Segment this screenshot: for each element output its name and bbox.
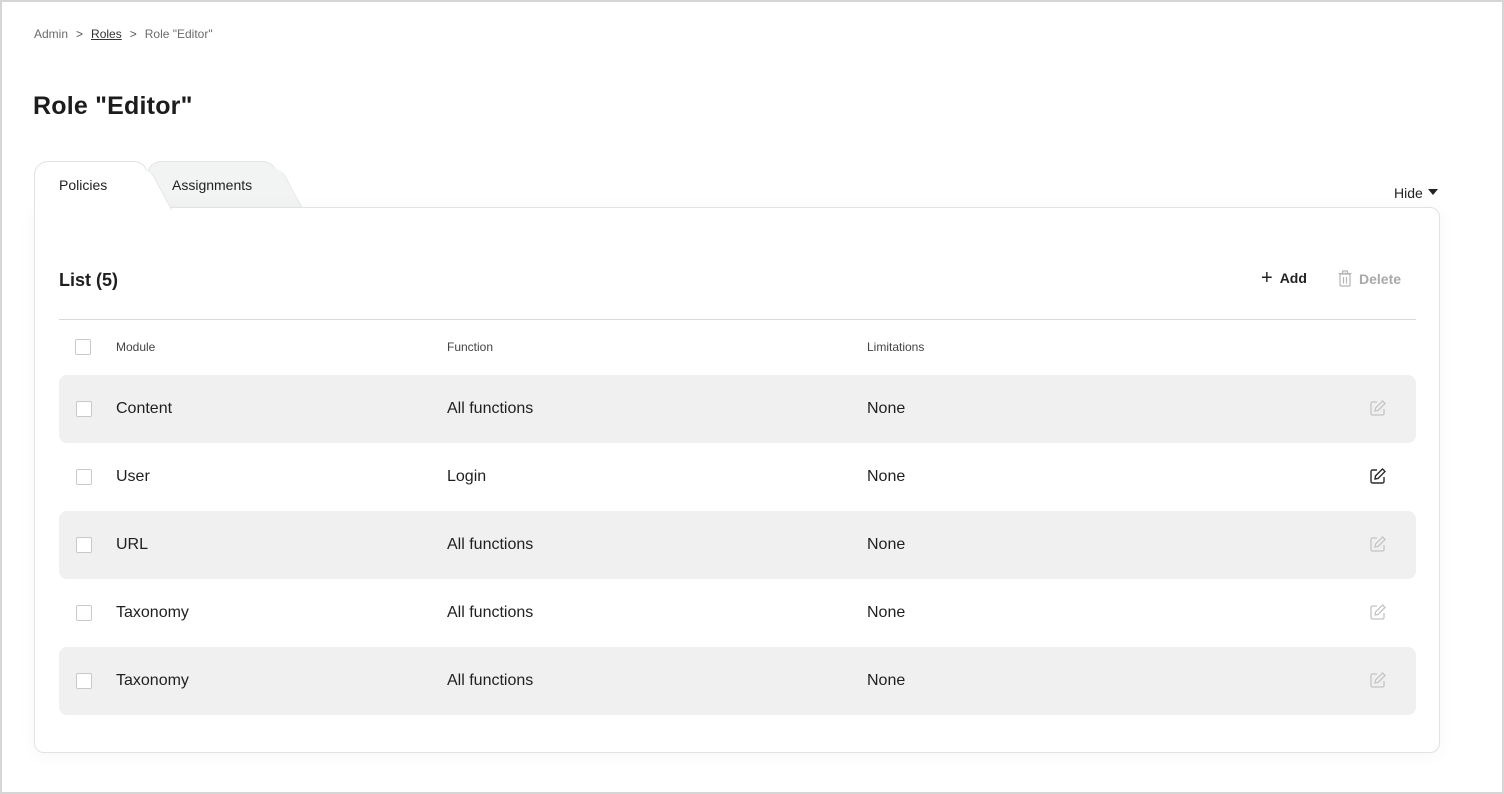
table-row: Content All functions None [59,375,1416,443]
row-checkbox[interactable] [76,469,92,485]
row-checkbox[interactable] [76,401,92,417]
breadcrumb: Admin > Roles > Role "Editor" [34,27,213,41]
hide-toggle-label: Hide [1394,185,1423,201]
breadcrumb-separator: > [76,27,84,41]
delete-button[interactable]: Delete [1338,270,1401,287]
column-header-module[interactable]: Module [116,340,155,354]
table-row: Taxonomy All functions None [59,647,1416,715]
cell-module: Taxonomy [116,672,189,689]
edit-icon[interactable] [1369,399,1387,417]
breadcrumb-current: Role "Editor" [144,27,213,41]
cell-limitations: None [867,468,906,485]
caret-down-icon [1427,189,1438,195]
column-header-function[interactable]: Function [447,340,493,354]
column-header-limitations[interactable]: Limitations [867,340,924,354]
add-button-label: Add [1279,270,1307,286]
cell-limitations: None [867,400,906,417]
edit-icon[interactable] [1369,671,1387,689]
row-checkbox[interactable] [76,673,92,689]
cell-function: All functions [447,672,534,689]
page-title: Role "Editor" [33,92,193,120]
add-button[interactable]: + Add [1261,267,1307,289]
edit-icon[interactable] [1369,603,1387,621]
cell-function: Login [447,468,487,485]
plus-icon: + [1261,267,1273,289]
list-title: List (5) [59,270,119,290]
cell-function: All functions [447,400,534,417]
row-checkbox[interactable] [76,605,92,621]
breadcrumb-separator: > [129,27,137,41]
cell-limitations: None [867,536,906,553]
trash-icon [1338,270,1352,287]
cell-module: User [116,468,150,485]
table-row: Taxonomy All functions None [59,579,1416,647]
row-checkbox[interactable] [76,537,92,553]
breadcrumb-roles-link[interactable]: Roles [91,27,122,41]
edit-icon[interactable] [1369,467,1387,485]
cell-limitations: None [867,604,906,621]
cell-module: Content [116,400,173,417]
cell-module: Taxonomy [116,604,189,621]
table-row: URL All functions None [59,511,1416,579]
tab-label: Assignments [172,177,253,193]
cell-function: All functions [447,604,534,621]
cell-function: All functions [447,536,534,553]
header-divider [59,319,1416,320]
tab-label: Policies [59,177,108,193]
edit-icon[interactable] [1369,535,1387,553]
breadcrumb-admin[interactable]: Admin [34,27,68,41]
policies-panel: List (5) + Add Delete Module Function Li… [34,207,1440,753]
cell-module: URL [116,536,149,553]
hide-toggle-button[interactable]: Hide [1394,185,1438,201]
delete-button-label: Delete [1359,270,1402,287]
cell-limitations: None [867,672,906,689]
select-all-checkbox[interactable] [75,339,91,355]
tab-policies[interactable]: Policies [34,161,148,208]
table-row: User Login None [59,443,1416,511]
